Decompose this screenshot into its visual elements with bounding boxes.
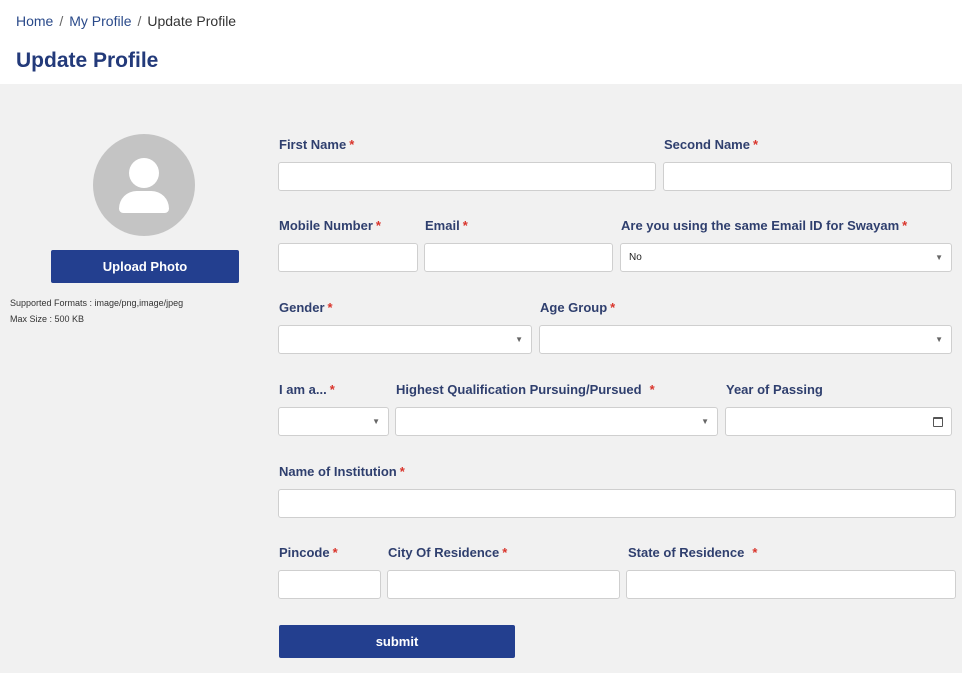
required-mark: * [610,300,616,315]
email-input[interactable] [424,243,613,272]
required-mark: * [375,218,381,233]
email-label: Email * [425,218,468,233]
required-mark: * [649,382,655,397]
swayam-email-select[interactable]: No ▼ [620,243,952,272]
required-mark: * [752,137,759,152]
page-header: Home / My Profile / Update Profile Update Pr… [0,0,962,84]
swayam-email-value: No [629,252,642,263]
gender-select[interactable]: ▼ [278,325,532,354]
chevron-down-icon: ▼ [372,417,380,426]
second-name-input[interactable] [663,162,952,191]
chevron-down-icon: ▼ [935,335,943,344]
i-am-a-select[interactable]: ▼ [278,407,389,436]
age-group-select[interactable]: ▼ [539,325,952,354]
gender-label-text: Gender [279,300,325,315]
avatar-body [119,191,169,213]
second-name-label: Second Name * [664,137,758,152]
age-group-label: Age Group * [540,300,615,315]
swayam-email-label: Are you using the same Email ID for Sway… [621,218,907,233]
upload-photo-button[interactable]: Upload Photo [51,250,239,283]
first-name-label-text: First Name [279,137,347,152]
required-mark: * [332,545,338,560]
city-input[interactable] [387,570,620,599]
qualification-label: Highest Qualification Pursuing/Pursued * [396,382,655,397]
email-label-text: Email [425,218,460,233]
avatar-head [129,158,159,188]
mobile-number-input[interactable] [278,243,418,272]
i-am-a-label-text: I am a... [279,382,327,397]
required-mark: * [502,545,508,560]
user-silhouette-icon [93,134,195,236]
state-label: State of Residence * [628,545,757,560]
chevron-down-icon: ▼ [701,417,709,426]
mobile-number-label: Mobile Number * [279,218,381,233]
city-label: City Of Residence * [388,545,507,560]
year-of-passing-input[interactable] [725,407,952,436]
pincode-label-text: Pincode [279,545,330,560]
pincode-input[interactable] [278,570,381,599]
breadcrumb-current: Update Profile [147,13,237,29]
state-label-text: State of Residence [628,545,745,560]
breadcrumb-my-profile-link[interactable]: My Profile [69,13,131,29]
breadcrumb-separator: / [59,13,64,29]
required-mark: * [902,218,908,233]
qualification-select[interactable]: ▼ [395,407,718,436]
institution-label-text: Name of Institution [279,464,397,479]
pincode-label: Pincode * [279,545,338,560]
submit-button[interactable]: submit [279,625,515,658]
chevron-down-icon: ▼ [515,335,523,344]
year-of-passing-label: Year of Passing [726,382,823,397]
breadcrumb-separator: / [137,13,142,29]
second-name-label-text: Second Name [664,137,750,152]
required-mark: * [462,218,468,233]
calendar-icon[interactable] [933,416,943,427]
institution-input[interactable] [278,489,956,518]
city-label-text: City Of Residence [388,545,500,560]
mobile-number-label-text: Mobile Number [279,218,373,233]
required-mark: * [752,545,758,560]
required-mark: * [329,382,335,397]
year-of-passing-label-text: Year of Passing [726,382,823,397]
supported-formats-text: Supported Formats : image/png,image/jpeg [10,298,184,308]
chevron-down-icon: ▼ [935,253,943,262]
required-mark: * [327,300,333,315]
state-input[interactable] [626,570,956,599]
age-group-label-text: Age Group [540,300,608,315]
i-am-a-label: I am a... * [279,382,335,397]
gender-label: Gender * [279,300,333,315]
page-title: Update Profile [16,49,159,72]
breadcrumb: Home / My Profile / Update Profile [16,13,236,29]
swayam-email-label-text: Are you using the same Email ID for Sway… [621,218,900,233]
required-mark: * [399,464,405,479]
qualification-label-text: Highest Qualification Pursuing/Pursued [396,382,642,397]
breadcrumb-home-link[interactable]: Home [16,13,53,29]
first-name-input[interactable] [278,162,656,191]
max-size-text: Max Size : 500 KB [10,314,85,324]
institution-label: Name of Institution * [279,464,405,479]
first-name-label: First Name * [279,137,354,152]
required-mark: * [349,137,355,152]
